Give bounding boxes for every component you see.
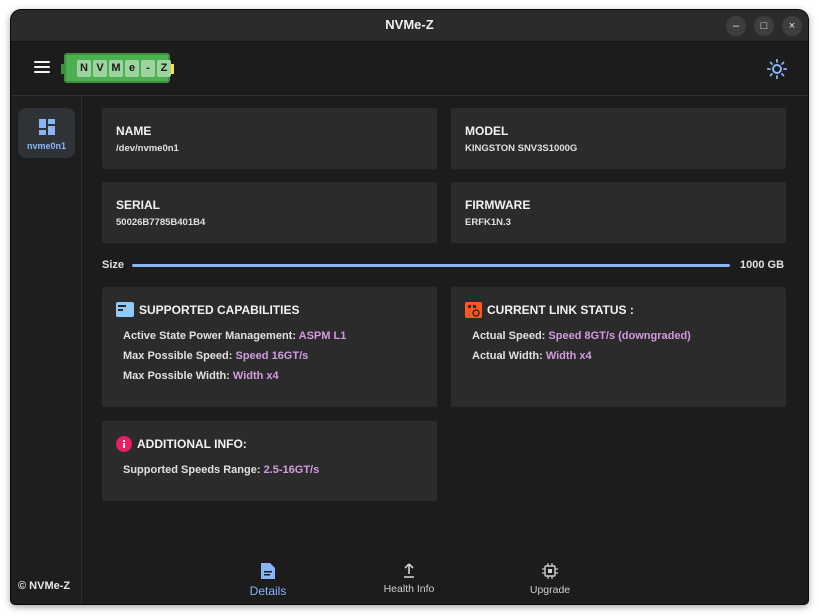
additional-info-header: ADDITIONAL INFO:: [116, 436, 247, 452]
tab-health-info-label: Health Info: [383, 583, 435, 595]
nvme-z-logo: N V M e - Z: [61, 53, 174, 83]
model-card: MODEL KINGSTON SNV3S1000G: [451, 108, 786, 169]
device-sidebar: nvme0n1 © NVMe-Z: [11, 96, 82, 604]
capability-row: Active State Power Management: ASPM L1: [123, 330, 346, 342]
tab-upgrade[interactable]: Upgrade: [510, 563, 590, 596]
additional-info-value: 2.5-16GT/s: [263, 464, 320, 476]
firmware-value: ERFK1N.3: [465, 217, 511, 228]
sun-icon[interactable]: [767, 59, 787, 79]
capability-key: Active State Power Management:: [123, 330, 296, 342]
chip-icon: [542, 563, 558, 579]
menu-icon[interactable]: [34, 61, 50, 75]
close-button[interactable]: ×: [782, 16, 802, 36]
link-status-row: Actual Width: Width x4: [472, 350, 592, 362]
title-bar: NVMe-Z – □ ×: [11, 10, 808, 42]
size-label: Size: [102, 259, 125, 271]
link-status-title: CURRENT LINK STATUS :: [487, 303, 634, 317]
capability-row: Max Possible Width: Width x4: [123, 370, 279, 382]
additional-info-title: ADDITIONAL INFO:: [137, 437, 247, 451]
firmware-card: FIRMWARE ERFK1N.3: [451, 182, 786, 243]
minimize-button[interactable]: –: [726, 16, 746, 36]
name-label: NAME: [116, 124, 152, 138]
dashboard-icon: [38, 119, 55, 135]
size-bar: [132, 264, 730, 267]
logo-letter: -: [141, 60, 155, 77]
capability-value: Speed 16GT/s: [235, 350, 309, 362]
app-bar: N V M e - Z: [11, 42, 808, 96]
window-title: NVMe-Z: [385, 17, 434, 32]
link-status-key: Actual Speed:: [472, 330, 546, 342]
model-value: KINGSTON SNV3S1000G: [465, 143, 578, 154]
logo-letter: N: [77, 60, 91, 77]
capabilities-title: SUPPORTED CAPABILITIES: [139, 302, 300, 317]
tab-details[interactable]: Details: [228, 563, 308, 598]
serial-label: SERIAL: [116, 198, 161, 212]
bottom-navigation: Details Health Info Upgrade: [82, 556, 808, 604]
firmware-label: FIRMWARE: [465, 198, 531, 212]
sidebar-item-nvme0n1[interactable]: nvme0n1: [18, 108, 75, 158]
logo-letter: Z: [157, 60, 171, 77]
link-status-key: Actual Width:: [472, 350, 543, 362]
link-status-card: CURRENT LINK STATUS : Actual Speed: Spee…: [451, 287, 786, 407]
additional-info-row: Supported Speeds Range: 2.5-16GT/s: [123, 464, 319, 476]
link-status-row: Actual Speed: Speed 8GT/s (downgraded): [472, 330, 691, 342]
capabilities-icon: [116, 302, 134, 317]
additional-info-card: ADDITIONAL INFO: Supported Speeds Range:…: [102, 421, 437, 501]
capabilities-card: SUPPORTED CAPABILITIES Active State Powe…: [102, 287, 437, 407]
link-status-icon: [465, 302, 482, 318]
capability-value: ASPM L1: [298, 330, 347, 342]
info-icon: [116, 436, 132, 452]
sidebar-item-label: nvme0n1: [26, 141, 67, 151]
model-label: MODEL: [465, 124, 509, 138]
capability-key: Max Possible Speed:: [123, 350, 233, 362]
serial-value: 50026B7785B401B4: [116, 217, 206, 228]
copyright-text: © NVMe-Z: [18, 580, 71, 592]
capabilities-header: SUPPORTED CAPABILITIES: [116, 302, 299, 317]
capability-value: Width x4: [232, 370, 279, 382]
link-status-header: CURRENT LINK STATUS :: [465, 302, 634, 318]
logo-letter: e: [125, 60, 139, 77]
additional-info-key: Supported Speeds Range:: [123, 464, 261, 476]
link-status-value: Speed 8GT/s (downgraded): [548, 330, 691, 342]
upload-arrow-icon: [404, 563, 414, 578]
serial-card: SERIAL 50026B7785B401B4: [102, 182, 437, 243]
tab-upgrade-label: Upgrade: [529, 584, 571, 596]
tab-health-info[interactable]: Health Info: [369, 563, 449, 595]
size-value: 1000 GB: [740, 259, 785, 271]
logo-letter: M: [109, 60, 123, 77]
size-bar-fill: [132, 264, 730, 267]
document-icon: [261, 563, 275, 579]
logo-letter: V: [93, 60, 107, 77]
name-card: NAME /dev/nvme0n1: [102, 108, 437, 169]
name-value: /dev/nvme0n1: [116, 143, 179, 154]
capability-key: Max Possible Width:: [123, 370, 230, 382]
app-window: NVMe-Z – □ × N V M e - Z nvme0n1 © NVMe-…: [11, 10, 808, 604]
maximize-button[interactable]: □: [754, 16, 774, 36]
tab-details-label: Details: [249, 584, 287, 598]
link-status-value: Width x4: [545, 350, 592, 362]
capability-row: Max Possible Speed: Speed 16GT/s: [123, 350, 308, 362]
